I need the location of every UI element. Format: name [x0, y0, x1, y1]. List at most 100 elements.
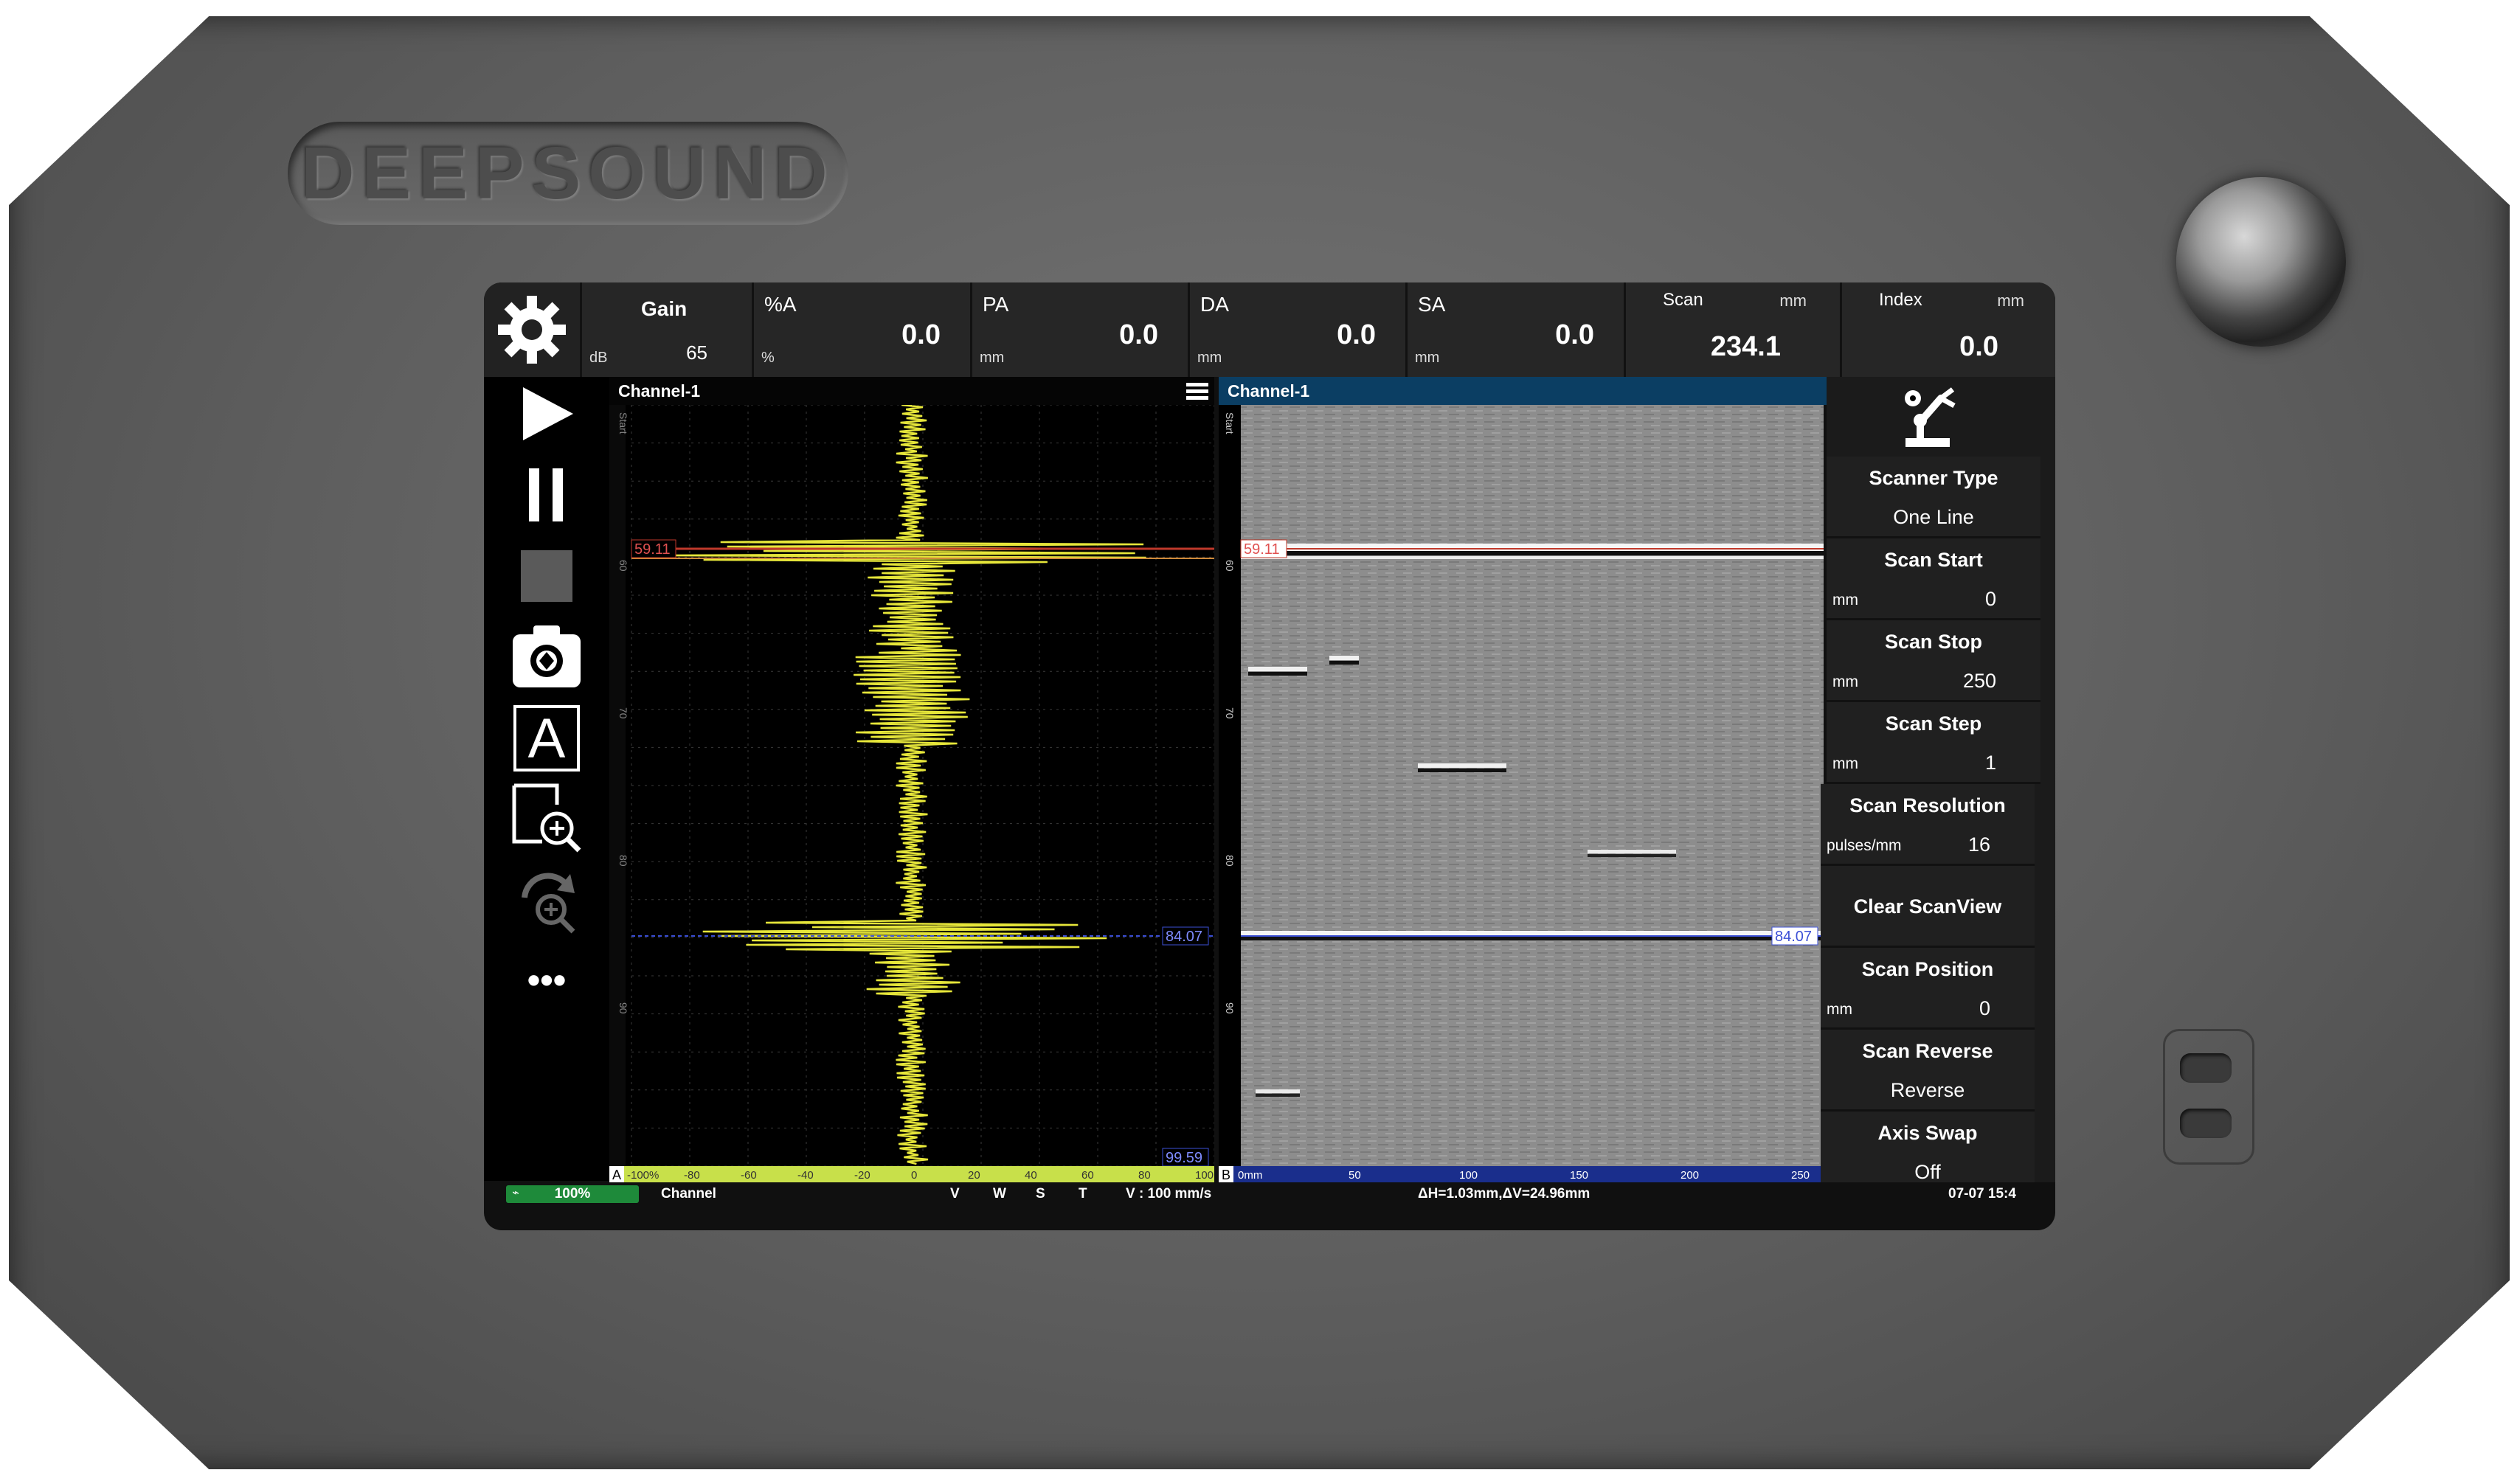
power-button[interactable]: [2176, 177, 2346, 347]
percent-a-field[interactable]: %A % 0.0: [752, 282, 970, 377]
scanner-button[interactable]: [1827, 377, 2040, 457]
setting-scan-stop[interactable]: Scan Stop mm 250: [1827, 620, 2040, 702]
ascan-panel[interactable]: Channel-1 59.11 84.07 99.59 A -100% -80 -6…: [609, 377, 1214, 1182]
bscan-echo: [1329, 661, 1359, 665]
ascan-x-tick: 60: [1081, 1169, 1094, 1182]
percent-a-value: 0.0: [901, 319, 941, 350]
status-delta: ΔH=1.03mm,ΔV=24.96mm: [1418, 1186, 1590, 1202]
bscan-y-tick: 90: [1224, 1002, 1236, 1014]
status-t: T: [1079, 1186, 1087, 1202]
bscan-echo: [1588, 850, 1676, 853]
setting-unit: pulses/mm: [1827, 837, 1902, 854]
setting-unit: mm: [1827, 1001, 1852, 1018]
ascan-bottom-label: 99.59: [1166, 1150, 1202, 1166]
indicator-led-2: [2180, 1109, 2232, 1138]
setting-value: Reverse: [1890, 1079, 1965, 1101]
index-label: Index: [1879, 290, 1922, 310]
setting-axis-swap[interactable]: Axis Swap Off: [1821, 1112, 2035, 1193]
more-button[interactable]: •••: [510, 943, 584, 1017]
da-label: DA: [1200, 293, 1229, 316]
scan-label: Scan: [1663, 290, 1703, 310]
bscan-echo: [1248, 667, 1307, 671]
da-unit: mm: [1197, 350, 1222, 366]
scan-field[interactable]: Scan mm 234.1: [1624, 282, 1840, 377]
setting-value: 0: [1979, 997, 1990, 1019]
bscan-x-tick: 150: [1570, 1169, 1588, 1182]
bscan-y-tick: Start: [1224, 412, 1236, 434]
bscan-x-tick: 200: [1680, 1169, 1699, 1182]
bscan-image: [1241, 405, 1824, 1166]
ascan-y-tick: 60: [617, 560, 629, 572]
setting-value: 250: [1962, 670, 1996, 692]
stop-button[interactable]: [510, 539, 584, 613]
pa-field[interactable]: PA mm 0.0: [970, 282, 1188, 377]
play-button[interactable]: [510, 377, 584, 451]
ascan-x-tick: -80: [684, 1169, 700, 1182]
setting-scan-reverse[interactable]: Scan Reverse Reverse: [1821, 1030, 2035, 1112]
bscan-gate1-label: 59.11: [1244, 541, 1280, 558]
setting-scan-step[interactable]: Scan Step mm 1: [1827, 702, 2040, 784]
stop-icon: [521, 550, 572, 602]
bscan-y-tick: 60: [1224, 560, 1236, 572]
top-bar: Gain dB 65 %A % 0.0 PA mm 0.0 DA mm 0.0 …: [484, 282, 2055, 377]
reset-zoom-button[interactable]: [510, 862, 584, 936]
ascan-x-tick: -20: [854, 1169, 870, 1182]
sa-field[interactable]: SA mm 0.0: [1405, 282, 1624, 377]
ascan-x-tick: 0: [911, 1169, 917, 1182]
bscan-x-tick: 100: [1459, 1169, 1478, 1182]
setting-clear-scanview[interactable]: Clear ScanView: [1821, 866, 2035, 948]
da-field[interactable]: DA mm 0.0: [1188, 282, 1405, 377]
bscan-echo: [1241, 551, 1824, 555]
capture-button[interactable]: [510, 619, 584, 693]
bscan-echo: [1241, 544, 1824, 551]
right-panel: Scanner Type One Line Scan Start mm 0 Scan St…: [1821, 377, 2055, 1193]
zoom-button[interactable]: [510, 781, 584, 855]
ascan-plot[interactable]: 59.11 84.07 99.59 A -100% -80 -60 -40 -20 0 20…: [609, 405, 1214, 1182]
setting-scan-resolution[interactable]: Scan Resolution pulses/mm 16: [1821, 784, 2035, 866]
gain-unit: dB: [589, 350, 608, 366]
bscan-echo: [1329, 656, 1359, 660]
bscan-panel[interactable]: Channel-1 59.11 84.07 B 0mm 50 100 150 200 25…: [1219, 377, 1831, 1182]
bscan-y-tick: 80: [1224, 855, 1236, 867]
status-channel: Channel: [661, 1186, 716, 1202]
bscan-echo: [1256, 1089, 1300, 1093]
a-scan-mode-button[interactable]: A: [510, 701, 584, 775]
index-unit: mm: [1997, 291, 2024, 310]
left-toolbar: A •••: [484, 377, 609, 1181]
setting-scan-position[interactable]: Scan Position mm 0: [1821, 948, 2035, 1030]
screen: Gain dB 65 %A % 0.0 PA mm 0.0 DA mm 0.0 …: [484, 282, 2055, 1230]
pause-button[interactable]: [510, 458, 584, 532]
setting-unit: mm: [1832, 673, 1858, 690]
ascan-x-tick: -100%: [627, 1169, 659, 1182]
bscan-axis-letter: B: [1222, 1168, 1230, 1182]
scan-value: 234.1: [1710, 331, 1781, 362]
settings-button[interactable]: [484, 282, 580, 377]
setting-scanner-type[interactable]: Scanner Type One Line: [1827, 457, 2040, 538]
bscan-plot[interactable]: 59.11 84.07 B 0mm 50 100 150 200 250 Start 60 7…: [1219, 405, 1824, 1182]
bscan-echo: [1248, 672, 1307, 676]
index-field[interactable]: Index mm 0.0: [1840, 282, 2055, 377]
ascan-y-tick: 90: [617, 1002, 629, 1014]
plug-icon: ⌁: [512, 1187, 519, 1199]
ascan-x-tick: 20: [968, 1169, 980, 1182]
da-value: 0.0: [1337, 319, 1376, 350]
status-w: W: [993, 1186, 1006, 1202]
setting-title: Axis Swap: [1877, 1122, 1978, 1144]
ascan-y-tick: 70: [617, 707, 629, 719]
pa-unit: mm: [980, 350, 1005, 366]
gain-field[interactable]: Gain dB 65: [580, 282, 752, 377]
setting-title: Scan Step: [1885, 712, 1982, 735]
setting-title: Scan Start: [1884, 549, 1983, 571]
battery-indicator: ⌁ 100%: [506, 1185, 639, 1203]
bscan-x-axis: [1219, 1166, 1824, 1182]
setting-value: 16: [1967, 833, 1990, 856]
ascan-y-tick: 80: [617, 855, 629, 867]
setting-scan-start[interactable]: Scan Start mm 0: [1827, 538, 2040, 620]
menu-icon[interactable]: [1186, 381, 1208, 402]
ascan-gate2-label: 84.07: [1166, 929, 1202, 945]
scan-unit: mm: [1779, 291, 1807, 310]
bscan-echo: [1418, 769, 1506, 772]
bscan-y-tick: 70: [1224, 707, 1236, 719]
percent-a-unit: %: [761, 350, 775, 366]
robot-arm-icon: [1905, 387, 1956, 447]
